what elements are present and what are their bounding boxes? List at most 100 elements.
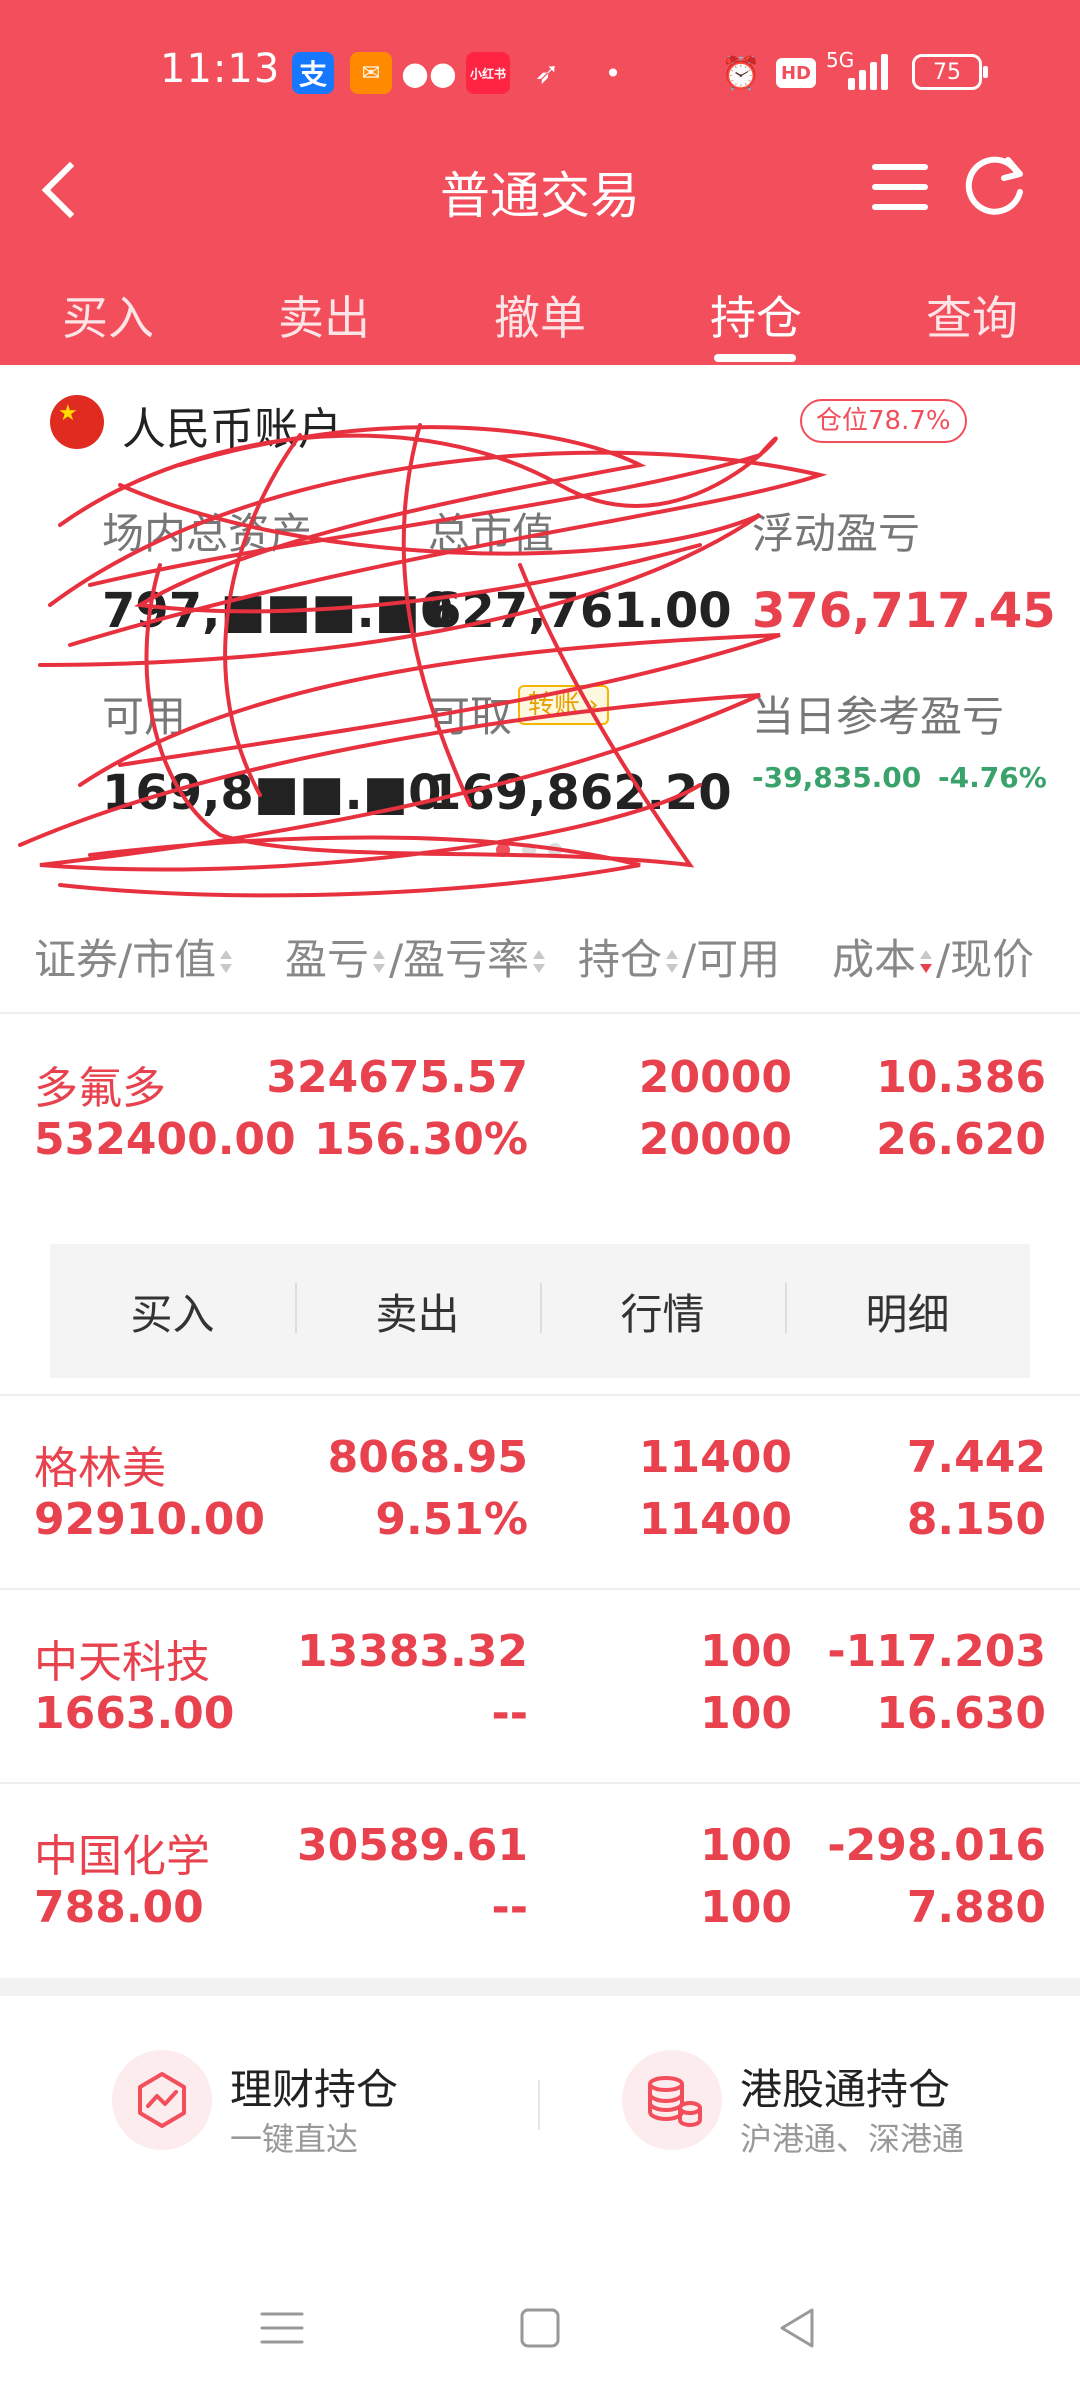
wealth-holdings-subtitle: 一键直达 xyxy=(230,2120,359,2158)
status-bar: 11:13 支 ✉ ●● 小红书 ➶ • ⏰ HD 5G 75 xyxy=(0,40,1080,110)
sort-icon xyxy=(664,948,680,978)
quick-links: 理财持仓 一键直达 港股通持仓 沪港通、深港通 xyxy=(0,1996,1080,2246)
link-divider xyxy=(538,2080,540,2130)
transfer-label: 转账 xyxy=(528,690,581,720)
sort-desc-icon xyxy=(918,948,934,978)
table-row[interactable]: 中天科技 1663.00 13383.32 -- 100 100 -117.20… xyxy=(0,1590,1080,1784)
signal-icon: 5G xyxy=(826,48,898,92)
sort-icon xyxy=(218,948,234,978)
hd-icon: HD xyxy=(776,58,816,88)
tab-indicator xyxy=(714,354,796,362)
header-holding-label: 持仓 xyxy=(578,935,663,984)
profit-loss: 30589.61 xyxy=(296,1820,528,1871)
security-name: 多氟多 xyxy=(34,1063,166,1114)
cost-price: 10.386 xyxy=(876,1052,1046,1103)
china-flag-icon: ★ xyxy=(50,395,104,449)
refresh-icon[interactable] xyxy=(962,152,1030,220)
status-time: 11:13 xyxy=(160,46,281,92)
wealth-holdings-link[interactable]: 理财持仓 一键直达 xyxy=(112,2050,512,2160)
tab-holdings[interactable]: 持仓 xyxy=(686,282,826,348)
alipay-icon: 支 xyxy=(292,52,334,94)
transfer-button[interactable]: 转账 › xyxy=(518,685,609,725)
market-value: 1663.00 xyxy=(34,1688,235,1739)
table-row[interactable]: 中国化学 788.00 30589.61 -- 100 100 -298.016… xyxy=(0,1784,1080,1978)
security-name: 中天科技 xyxy=(34,1637,210,1688)
current-price: 7.880 xyxy=(906,1882,1046,1933)
menu-icon[interactable] xyxy=(872,160,932,216)
row-detail-button[interactable]: 明细 xyxy=(785,1281,1030,1342)
market-value-value: 627,761.00 xyxy=(428,583,732,639)
wealth-chart-icon xyxy=(112,2050,212,2150)
market-value: 788.00 xyxy=(34,1882,204,1933)
home-icon[interactable] xyxy=(510,2298,570,2358)
current-price: 8.150 xyxy=(906,1494,1046,1545)
tab-cancel[interactable]: 撤单 xyxy=(470,282,610,348)
total-assets-label: 场内总资产 xyxy=(102,509,313,558)
sort-icon xyxy=(371,948,387,978)
profit-loss-rate: -- xyxy=(491,1688,528,1739)
feather-icon: ➶ xyxy=(534,55,560,91)
available-label: 可用 xyxy=(102,692,187,741)
header-security[interactable]: 证券/市值 xyxy=(34,926,236,987)
tab-query[interactable]: 查询 xyxy=(902,282,1042,348)
cost-price: -117.203 xyxy=(827,1626,1046,1677)
available-qty: 100 xyxy=(700,1688,792,1739)
position-ratio-badge: 仓位78.7% xyxy=(800,399,967,443)
trade-tabs: 买入 卖出 撤单 持仓 查询 xyxy=(0,282,1080,365)
holdings-table-header: 证券/市值 盈亏/盈亏率 持仓/可用 成本/现价 xyxy=(0,900,1080,1014)
withdrawable-label: 可取 xyxy=(428,692,513,741)
battery-icon: 75 xyxy=(912,54,988,90)
hk-connect-subtitle: 沪港通、深港通 xyxy=(740,2120,965,2158)
row-buy-button[interactable]: 买入 xyxy=(50,1281,295,1342)
hk-connect-link[interactable]: 港股通持仓 沪港通、深港通 xyxy=(622,2050,1042,2160)
header-security-label: 证券/市值 xyxy=(34,935,217,984)
header-pl-label: 盈亏 xyxy=(285,935,370,984)
withdrawable-value: 169,862.20 xyxy=(428,765,732,821)
available-qty: 100 xyxy=(700,1882,792,1933)
table-row[interactable]: 格林美 92910.00 8068.95 9.51% 11400 11400 7… xyxy=(0,1396,1080,1590)
row-sell-button[interactable]: 卖出 xyxy=(295,1281,540,1342)
row-quote-button[interactable]: 行情 xyxy=(540,1281,785,1342)
holding-qty: 100 xyxy=(700,1820,792,1871)
section-divider xyxy=(0,1978,1080,1996)
security-name: 中国化学 xyxy=(34,1831,210,1882)
tab-sell[interactable]: 卖出 xyxy=(254,282,394,348)
profit-loss-rate: 156.30% xyxy=(314,1114,528,1165)
current-price: 16.630 xyxy=(876,1688,1046,1739)
system-nav-bar xyxy=(0,2280,1080,2380)
table-row[interactable]: 多氟多 532400.00 324675.57 156.30% 20000 20… xyxy=(0,1016,1080,1210)
xiaohongshu-icon: 小红书 xyxy=(466,52,510,94)
header-holding[interactable]: 持仓/可用 xyxy=(578,926,780,987)
alarm-icon: ⏰ xyxy=(721,54,761,92)
header-cost[interactable]: 成本/现价 xyxy=(832,926,1034,987)
back-nav-icon[interactable] xyxy=(768,2298,828,2358)
tab-buy[interactable]: 买入 xyxy=(38,282,178,348)
profit-loss: 13383.32 xyxy=(296,1626,528,1677)
header-cost-label: 成本 xyxy=(832,935,917,984)
account-summary[interactable]: ★ 人民币账户 仓位78.7% 场内总资产 797,■■■.■0 总市值 627… xyxy=(0,365,1080,885)
profit-loss-rate: -- xyxy=(491,1882,528,1933)
row-action-bar: 买入 卖出 行情 明细 xyxy=(50,1244,1030,1378)
daily-pl-label: 当日参考盈亏 xyxy=(752,692,1005,741)
profit-loss: 8068.95 xyxy=(327,1432,528,1483)
hk-connect-title: 港股通持仓 xyxy=(740,2065,951,2114)
sort-icon xyxy=(531,948,547,978)
daily-pl-percent: -4.76% xyxy=(938,761,1047,794)
security-name: 格林美 xyxy=(34,1443,166,1494)
cost-price: -298.016 xyxy=(827,1820,1046,1871)
wealth-holdings-title: 理财持仓 xyxy=(230,2065,399,2114)
dot-icon: • xyxy=(604,56,622,90)
recent-apps-icon[interactable] xyxy=(252,2298,312,2358)
header-pl[interactable]: 盈亏/盈亏率 xyxy=(285,926,549,987)
available-qty: 20000 xyxy=(638,1114,792,1165)
holding-qty: 100 xyxy=(700,1626,792,1677)
floating-pl-label: 浮动盈亏 xyxy=(752,509,921,558)
floating-pl-value: 376,717.45 xyxy=(752,583,1056,639)
available-qty: 11400 xyxy=(638,1494,792,1545)
holding-qty: 11400 xyxy=(638,1432,792,1483)
header-available-label: /可用 xyxy=(682,935,781,984)
nav-bar: 普通交易 xyxy=(0,140,1080,240)
daily-pl-value: -39,835.00 xyxy=(752,761,922,794)
market-value-label: 总市值 xyxy=(428,509,555,558)
account-title: 人民币账户 xyxy=(122,404,342,455)
